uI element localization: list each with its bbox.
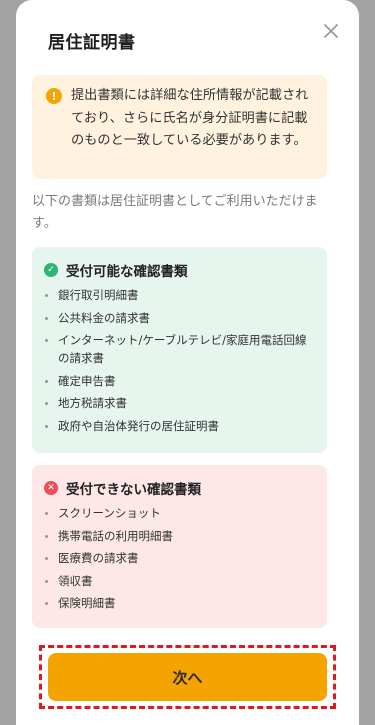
exclamation-icon: ! bbox=[46, 88, 62, 104]
rejected-documents-box: ✕ 受付できない確認書類 スクリーンショット 携帯電話の利用明細書 医療費の請求… bbox=[32, 465, 327, 628]
list-item: スクリーンショット bbox=[44, 504, 315, 522]
accepted-list: 銀行取引明細書 公共料金の請求書 インターネット/ケーブルテレビ/家庭用電話回線… bbox=[44, 286, 315, 435]
rejected-list: スクリーンショット 携帯電話の利用明細書 医療費の請求書 領収書 保険明細書 bbox=[44, 504, 315, 612]
list-item: 確定申告書 bbox=[44, 372, 315, 390]
list-item: 銀行取引明細書 bbox=[44, 286, 315, 304]
list-item: 医療費の請求書 bbox=[44, 549, 315, 567]
accepted-title: 受付可能な確認書類 bbox=[66, 264, 188, 280]
list-item: 政府や自治体発行の居住証明書 bbox=[44, 417, 315, 435]
accepted-header: ✓ 受付可能な確認書類 bbox=[44, 260, 315, 280]
x-circle-icon: ✕ bbox=[44, 481, 58, 495]
rejected-title: 受付できない確認書類 bbox=[66, 482, 201, 498]
intro-text: 以下の書類は居住証明書としてご利用いただけます。 bbox=[32, 194, 318, 231]
list-item: 公共料金の請求書 bbox=[44, 309, 315, 327]
notice-box: ! 提出書類には詳細な住所情報が記載されており、さらに氏名が身分証明書に記載のも… bbox=[32, 75, 327, 179]
close-icon bbox=[324, 24, 338, 38]
next-button[interactable]: 次へ bbox=[48, 653, 327, 701]
list-item: 領収書 bbox=[44, 572, 315, 590]
check-circle-icon: ✓ bbox=[44, 263, 58, 277]
list-item: 地方税請求書 bbox=[44, 394, 315, 412]
modal-title: 居住証明書 bbox=[48, 33, 136, 53]
rejected-header: ✕ 受付できない確認書類 bbox=[44, 478, 315, 498]
close-button[interactable] bbox=[319, 19, 343, 43]
list-item: 保険明細書 bbox=[44, 594, 315, 612]
list-item: インターネット/ケーブルテレビ/家庭用電話回線の請求書 bbox=[44, 331, 315, 367]
accepted-documents-box: ✓ 受付可能な確認書類 銀行取引明細書 公共料金の請求書 インターネット/ケーブ… bbox=[32, 247, 327, 453]
list-item: 携帯電話の利用明細書 bbox=[44, 527, 315, 545]
notice-text: 提出書類には詳細な住所情報が記載されており、さらに氏名が身分証明書に記載のものと… bbox=[71, 88, 309, 148]
